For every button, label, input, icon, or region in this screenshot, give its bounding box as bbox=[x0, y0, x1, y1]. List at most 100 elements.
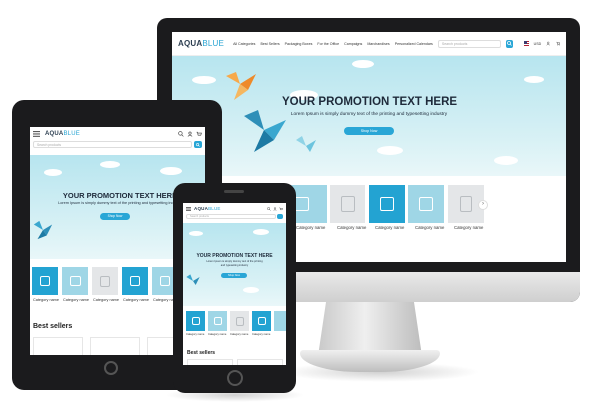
search-icon bbox=[196, 142, 200, 147]
origami-bird-blue-icon bbox=[186, 274, 200, 285]
desktop-shop-now-button[interactable]: Shop Now bbox=[344, 127, 394, 135]
category-name: Category name bbox=[208, 333, 227, 336]
category-tile[interactable] bbox=[252, 311, 271, 331]
cloud bbox=[44, 169, 62, 176]
search-icon[interactable] bbox=[178, 131, 184, 137]
category-tile[interactable] bbox=[62, 267, 88, 295]
phone-home-button[interactable] bbox=[227, 370, 243, 386]
desktop-hero-banner: YOUR PROMOTION TEXT HERE Lorem Ipsum is … bbox=[172, 56, 566, 176]
tablet-search-button[interactable] bbox=[194, 141, 202, 148]
hamburger-menu-icon[interactable] bbox=[186, 206, 191, 211]
tablet-header: AQUABLUE bbox=[30, 127, 205, 141]
category-tile[interactable] bbox=[274, 311, 286, 331]
nav-item-packaging-boxes[interactable]: Packaging Boxes bbox=[285, 42, 313, 46]
category-name: Category name bbox=[63, 298, 89, 302]
category-name: Category name bbox=[123, 298, 149, 302]
category-tile[interactable] bbox=[408, 185, 444, 223]
us-flag-icon[interactable] bbox=[523, 41, 529, 46]
desktop-search-input[interactable]: Search products bbox=[437, 39, 502, 48]
tablet-shop-now-button[interactable]: Shop Now bbox=[100, 213, 130, 220]
tablet-logo[interactable]: AQUABLUE bbox=[45, 131, 80, 137]
currency-selector[interactable]: USD bbox=[534, 42, 542, 46]
phone-promo-title: YOUR PROMOTION TEXT HERE bbox=[196, 253, 273, 259]
category-name: Category name bbox=[337, 225, 367, 230]
phone-speaker bbox=[224, 190, 244, 193]
category-tile[interactable] bbox=[330, 185, 365, 223]
category-name: Category name bbox=[33, 298, 59, 302]
tablet-promo-title: YOUR PROMOTION TEXT HERE bbox=[62, 191, 178, 200]
desktop-promo-title: YOUR PROMOTION TEXT HERE bbox=[282, 96, 458, 108]
phone-header: AQUABLUE bbox=[183, 203, 286, 214]
nav-item-all-categories[interactable]: All Categories bbox=[233, 42, 255, 46]
category-name: Category name bbox=[296, 225, 326, 230]
desktop-logo[interactable]: AQUABLUE bbox=[178, 39, 224, 48]
category-tile[interactable] bbox=[369, 185, 405, 223]
tablet-bestsellers-heading: Best sellers bbox=[33, 323, 73, 330]
phone-promo-subtitle-line2: and typesetting industry bbox=[220, 263, 249, 267]
origami-bird-blue-icon bbox=[33, 220, 53, 240]
category-tile[interactable] bbox=[92, 267, 118, 295]
cloud bbox=[377, 146, 403, 155]
cloud bbox=[100, 161, 120, 168]
search-icon[interactable] bbox=[267, 206, 271, 211]
category-name: Category name bbox=[252, 333, 271, 336]
cloud bbox=[189, 231, 203, 236]
category-name: Category name bbox=[454, 225, 484, 230]
nav-item-campaigns[interactable]: Campaigns bbox=[344, 42, 362, 46]
cloud bbox=[192, 76, 216, 84]
user-icon[interactable] bbox=[273, 206, 277, 211]
product-card[interactable] bbox=[237, 359, 283, 365]
cloud bbox=[524, 76, 544, 83]
cloud bbox=[253, 229, 269, 235]
phone-search-button[interactable] bbox=[277, 214, 283, 219]
category-name: Category name bbox=[93, 298, 119, 302]
product-card[interactable] bbox=[90, 337, 140, 355]
desktop-search-button[interactable] bbox=[506, 39, 513, 48]
cart-icon[interactable] bbox=[196, 131, 202, 137]
desktop-header: AQUABLUE All Categories Best Sellers Pac… bbox=[172, 32, 566, 56]
category-name: Category name bbox=[186, 333, 205, 336]
search-icon bbox=[507, 41, 512, 46]
desktop-promo-subtitle: Lorem Ipsum is simply dummy text of the … bbox=[290, 112, 448, 117]
tablet-search-bar: Search products bbox=[30, 141, 205, 148]
phone-logo[interactable]: AQUABLUE bbox=[194, 206, 221, 211]
product-card[interactable] bbox=[33, 337, 83, 355]
category-name: Category name bbox=[375, 225, 405, 230]
nav-item-for-the-office[interactable]: For the Office bbox=[317, 42, 339, 46]
category-tile[interactable] bbox=[230, 311, 249, 331]
origami-bird-small-icon bbox=[296, 136, 316, 152]
product-card[interactable] bbox=[187, 359, 233, 365]
nav-item-marchandises[interactable]: Marchandises bbox=[367, 42, 389, 46]
nav-item-personalized-calendars[interactable]: Personalized Calendars bbox=[395, 42, 433, 46]
cloud bbox=[494, 156, 518, 165]
phone-bestsellers-heading: Best sellers bbox=[187, 350, 216, 356]
cart-icon[interactable] bbox=[556, 40, 560, 47]
carousel-next-arrow-icon[interactable]: › bbox=[478, 200, 488, 210]
cloud bbox=[352, 60, 374, 68]
phone-hero-banner: YOUR PROMOTION TEXT HERE Lorem Ipsum is … bbox=[183, 223, 286, 306]
phone-search-input[interactable]: Search products bbox=[186, 214, 276, 219]
category-tile[interactable] bbox=[32, 267, 58, 295]
category-tile[interactable] bbox=[208, 311, 227, 331]
tablet-header-icons bbox=[178, 131, 202, 137]
user-icon[interactable] bbox=[546, 40, 551, 47]
phone-shop-now-button[interactable]: Shop Now bbox=[221, 273, 247, 278]
phone-search-bar: Search products bbox=[183, 214, 286, 219]
category-name: Category name bbox=[230, 333, 249, 336]
category-name: Category name bbox=[415, 225, 445, 230]
category-tile[interactable] bbox=[122, 267, 148, 295]
desktop-nav: All Categories Best Sellers Packaging Bo… bbox=[233, 42, 433, 46]
phone-header-icons bbox=[267, 206, 283, 211]
tablet-home-button[interactable] bbox=[104, 361, 118, 375]
cart-icon[interactable] bbox=[279, 207, 283, 211]
phone-screen: AQUABLUE Search products YOUR PROMOTION … bbox=[183, 203, 286, 365]
hamburger-menu-icon[interactable] bbox=[33, 131, 40, 137]
cloud bbox=[160, 167, 182, 175]
cloud bbox=[243, 287, 259, 293]
monitor-stand bbox=[318, 300, 422, 356]
user-icon[interactable] bbox=[187, 131, 193, 137]
origami-bird-orange-icon bbox=[226, 72, 256, 100]
nav-item-best-sellers[interactable]: Best Sellers bbox=[260, 42, 279, 46]
category-tile[interactable] bbox=[186, 311, 205, 331]
tablet-search-input[interactable]: Search products bbox=[33, 141, 192, 148]
